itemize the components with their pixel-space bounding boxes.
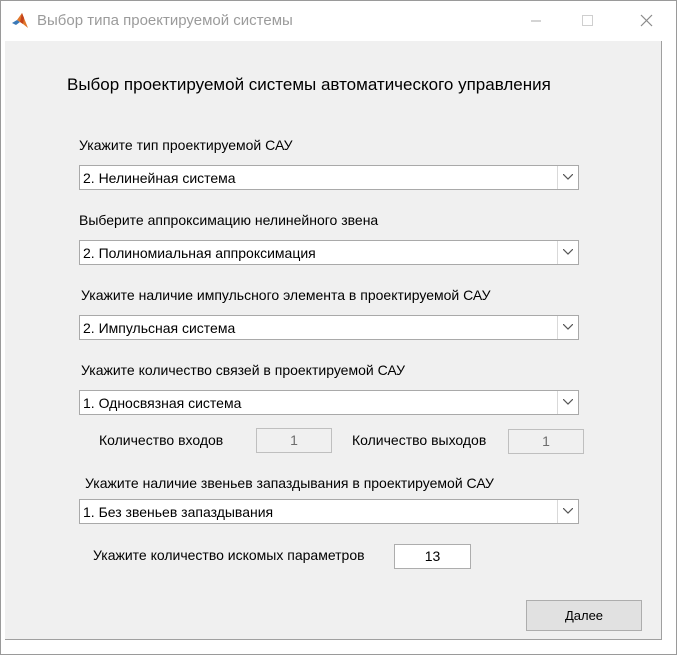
links-label: Укажите количество связей в проектируемо… [81, 362, 405, 378]
chevron-down-icon[interactable] [557, 391, 578, 414]
delay-value: 1. Без звеньев запаздывания [83, 504, 274, 520]
minimize-button[interactable] [513, 1, 559, 41]
chevron-down-icon[interactable] [557, 241, 578, 264]
params-label: Укажите количество искомых параметров [93, 547, 365, 563]
params-field[interactable]: 13 [394, 544, 471, 569]
title-bar[interactable]: Выбор типа проектируемой системы [1, 1, 676, 41]
inputs-field[interactable]: 1 [256, 428, 332, 453]
chevron-down-icon[interactable] [557, 316, 578, 339]
links-select[interactable]: 1. Односвязная система [79, 390, 579, 415]
close-button[interactable] [623, 1, 669, 41]
outputs-label: Количество выходов [352, 432, 487, 448]
approximation-value: 2. Полиномиальная аппроксимация [83, 245, 316, 261]
chevron-down-icon[interactable] [557, 500, 578, 523]
dialog-window: Выбор типа проектируемой системы Выбор п… [0, 0, 677, 655]
system-type-label: Укажите тип проектируемой САУ [79, 137, 293, 153]
dialog-body: Выбор проектируемой системы автоматическ… [5, 41, 662, 640]
chevron-down-icon[interactable] [557, 166, 578, 189]
delay-select[interactable]: 1. Без звеньев запаздывания [79, 499, 579, 524]
approximation-label: Выберите аппроксимацию нелинейного звена [79, 212, 379, 228]
impulse-value: 2. Импульсная система [83, 320, 236, 336]
impulse-select[interactable]: 2. Импульсная система [79, 315, 579, 340]
system-type-value: 2. Нелинейная система [83, 170, 236, 186]
inputs-label: Количество входов [99, 432, 224, 448]
page-title: Выбор проектируемой системы автоматическ… [67, 75, 551, 94]
delay-label: Укажите наличие звеньев запаздывания в п… [85, 475, 494, 491]
outputs-field[interactable]: 1 [508, 429, 584, 454]
links-value: 1. Односвязная система [83, 395, 242, 411]
next-button[interactable]: Далее [526, 600, 642, 631]
maximize-button[interactable] [564, 1, 610, 41]
impulse-label: Укажите наличие импульсного элемента в п… [81, 287, 491, 303]
approximation-select[interactable]: 2. Полиномиальная аппроксимация [79, 240, 579, 265]
matlab-icon [11, 12, 29, 30]
system-type-select[interactable]: 2. Нелинейная система [79, 165, 579, 190]
window-title: Выбор типа проектируемой системы [37, 12, 293, 29]
